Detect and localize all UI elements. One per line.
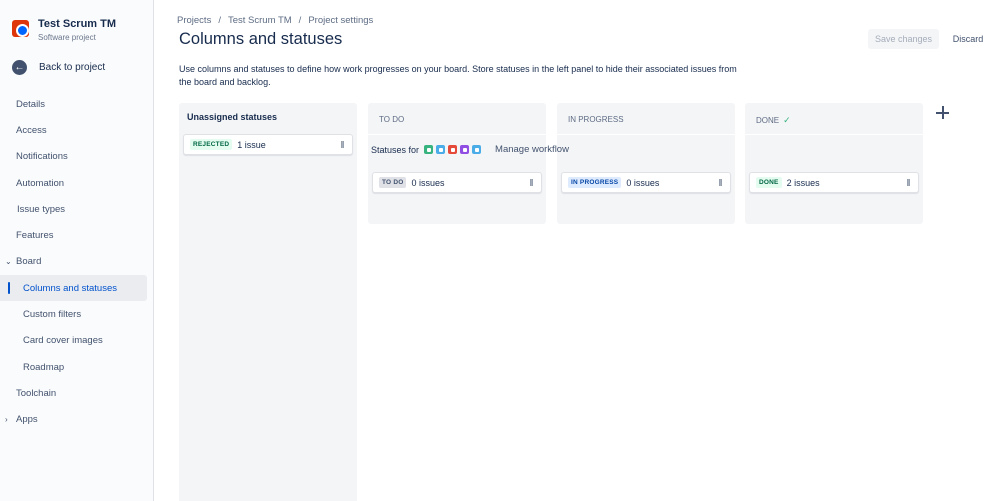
page-description: Use columns and statuses to define how w… (179, 64, 737, 87)
nav-item-board-label: Board (16, 256, 42, 268)
column-todo[interactable]: TO DO TO DO 0 issues (368, 103, 546, 224)
nav-item-apps-label: Apps (16, 414, 38, 426)
issue-count: 0 issues (411, 177, 445, 188)
unassigned-title: Unassigned statuses (187, 112, 278, 122)
column-header[interactable]: DONE ✓ (745, 103, 923, 135)
nav-item-card-cover-images[interactable]: Card cover images (0, 328, 153, 354)
nav-item-notifications[interactable]: Notifications (0, 144, 153, 170)
subtask-icon (472, 145, 482, 154)
status-card-todo[interactable]: TO DO 0 issues (372, 172, 542, 193)
nav-item-toolchain[interactable]: Toolchain (0, 380, 153, 406)
nav-item-board[interactable]: ⌄ Board (0, 249, 153, 275)
column-title[interactable]: DONE ✓ (756, 115, 791, 126)
unassigned-statuses-panel: Unassigned statuses REJECTED 1 issue (179, 103, 357, 501)
status-card-rejected[interactable]: REJECTED 1 issue (183, 134, 353, 155)
drag-handle-icon[interactable] (907, 179, 910, 186)
column-title-text: DONE (756, 116, 780, 125)
nav-item-roadmap[interactable]: Roadmap (0, 354, 153, 380)
breadcrumb-separator: / (298, 15, 302, 26)
nav-item-details[interactable]: Details (0, 91, 153, 117)
status-lozenge: REJECTED (190, 139, 233, 150)
breadcrumb: Projects / Test Scrum TM / Project setti… (177, 15, 373, 26)
discard-button[interactable]: Discard (945, 29, 991, 49)
breadcrumb-project[interactable]: Test Scrum TM (228, 15, 292, 26)
column-header[interactable]: TO DO (368, 103, 546, 135)
nav-item-issue-types-label: Issue types (17, 203, 66, 215)
column-title[interactable]: IN PROGRESS (568, 115, 624, 124)
column-title[interactable]: TO DO (379, 115, 404, 124)
bug-icon (448, 145, 458, 154)
epic-icon (460, 145, 470, 154)
status-card-done[interactable]: DONE 2 issues (749, 172, 919, 193)
drag-handle-icon[interactable] (719, 179, 722, 186)
project-name: Test Scrum TM (38, 18, 117, 30)
drag-handle-icon[interactable] (530, 179, 533, 186)
nav-item-access[interactable]: Access (0, 117, 153, 143)
back-to-project-button[interactable]: ← Back to project (12, 60, 105, 75)
add-column-icon[interactable] (934, 104, 951, 121)
status-card-in-progress[interactable]: IN PROGRESS 0 issues (561, 172, 731, 193)
chevron-down-icon: ⌄ (5, 257, 12, 267)
task-icon (436, 145, 446, 154)
issue-count: 1 issue (237, 139, 266, 150)
sidebar: Test Scrum TM Software project ← Back to… (0, 0, 154, 501)
chevron-right-icon: › (5, 415, 8, 425)
issue-count: 0 issues (626, 177, 660, 188)
drag-handle-icon[interactable] (341, 141, 344, 148)
settings-nav: Details Access Notifications Automation … (0, 91, 153, 433)
issue-count: 2 issues (786, 177, 820, 188)
check-icon: ✓ (783, 115, 791, 125)
status-lozenge: TO DO (379, 177, 407, 188)
status-lozenge: IN PROGRESS (568, 177, 622, 188)
story-icon (424, 145, 434, 154)
project-header[interactable]: Test Scrum TM Software project (12, 17, 116, 43)
statuses-for-label: Statuses for (371, 144, 420, 155)
breadcrumb-separator: / (218, 15, 221, 26)
manage-workflow-link[interactable]: Manage workflow (495, 144, 569, 155)
nav-item-issue-types[interactable]: Issue types (0, 196, 153, 222)
breadcrumb-settings[interactable]: Project settings (308, 15, 373, 26)
page-title: Columns and statuses (179, 30, 343, 48)
nav-item-columns-statuses[interactable]: Columns and statuses (0, 275, 147, 302)
project-type: Software project (38, 33, 96, 42)
back-label: Back to project (39, 62, 106, 73)
column-in-progress[interactable]: IN PROGRESS IN PROGRESS 0 issues (557, 103, 735, 224)
nav-item-apps[interactable]: › Apps (0, 407, 153, 433)
column-done[interactable]: DONE ✓ DONE 2 issues (745, 103, 923, 224)
breadcrumb-projects[interactable]: Projects (177, 15, 211, 26)
statuses-for-bar: Statuses for Manage workflow (371, 144, 569, 155)
column-header[interactable]: IN PROGRESS (557, 103, 735, 135)
save-changes-button[interactable]: Save changes (868, 29, 939, 49)
main-content: Projects / Test Scrum TM / Project setti… (155, 0, 999, 501)
arrow-left-icon: ← (12, 60, 27, 75)
project-avatar-icon (12, 20, 29, 37)
nav-item-custom-filters[interactable]: Custom filters (0, 301, 153, 327)
status-lozenge: DONE (756, 177, 782, 188)
nav-item-features[interactable]: Features (0, 222, 153, 248)
nav-item-automation[interactable]: Automation (0, 170, 153, 196)
